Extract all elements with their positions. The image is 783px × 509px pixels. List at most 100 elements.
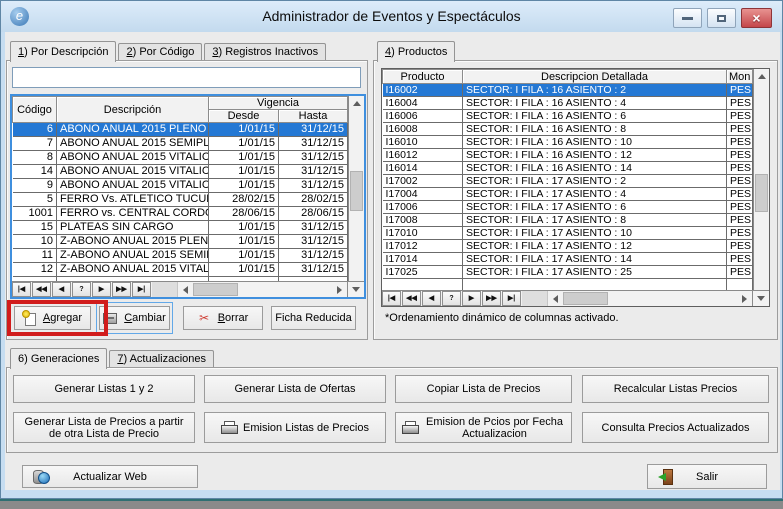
cell-descripcion[interactable]: ABONO ANUAL 2015 VITALICI	[57, 165, 209, 179]
cell-descripcion[interactable]: FERRO Vs. ATLETICO TUCUM	[57, 193, 209, 207]
column-header-vigencia[interactable]: Vigencia	[209, 97, 348, 110]
table-row[interactable]: 14ABONO ANUAL 2015 VITALICI1/01/1531/12/…	[13, 165, 348, 179]
cell-descripcion-detallada[interactable]: SECTOR: I FILA : 16 ASIENTO : 12	[463, 149, 727, 162]
recalcular-listas-precios-button[interactable]: Recalcular Listas Precios	[582, 375, 769, 403]
cell-hasta[interactable]: 31/12/15	[279, 179, 348, 193]
cell-hasta[interactable]: 31/12/15	[279, 221, 348, 235]
cell-producto[interactable]: I16008	[383, 123, 463, 136]
cell-codigo[interactable]: 15	[13, 221, 57, 235]
cell-producto[interactable]: I17006	[383, 201, 463, 214]
column-header-moneda[interactable]: Mon	[727, 70, 753, 84]
cell-hasta[interactable]: 31/12/15	[279, 235, 348, 249]
hscroll-track[interactable]	[238, 282, 332, 297]
cell-moneda[interactable]: PES	[727, 136, 753, 149]
cell-moneda[interactable]: PES	[727, 227, 753, 240]
cell-producto[interactable]: I16004	[383, 97, 463, 110]
nav-prior-button[interactable]: ◀	[422, 291, 441, 306]
table-row[interactable]: 10Z-ABONO ANUAL 2015 PLENO1/01/1531/12/1…	[13, 235, 348, 249]
cell-codigo[interactable]: 1001	[13, 207, 57, 221]
cell-moneda[interactable]: PES	[727, 201, 753, 214]
vertical-scrollbar[interactable]	[348, 96, 364, 281]
cell-descripcion[interactable]: PLATEAS SIN CARGO	[57, 221, 209, 235]
cell-descripcion[interactable]: ABONO ANUAL 2015 VITALICI	[57, 151, 209, 165]
cell-descripcion-detallada[interactable]: SECTOR: I FILA : 17 ASIENTO : 8	[463, 214, 727, 227]
column-header-producto[interactable]: Producto	[383, 70, 463, 84]
cell-moneda[interactable]: PES	[727, 188, 753, 201]
cell-moneda[interactable]: PES	[727, 97, 753, 110]
cell-hasta[interactable]: 31/12/15	[279, 263, 348, 277]
tab-actualizaciones[interactable]: 7) Actualizaciones	[109, 350, 214, 368]
nav-fast-rewind-button[interactable]: ◀◀	[32, 282, 51, 297]
cell-descripcion-detallada[interactable]: SECTOR: I FILA : 17 ASIENTO : 25	[463, 266, 727, 279]
table-row[interactable]: I16010SECTOR: I FILA : 16 ASIENTO : 10PE…	[383, 136, 753, 149]
maximize-button[interactable]	[707, 8, 736, 28]
cell-descripcion-detallada[interactable]: SECTOR: I FILA : 17 ASIENTO : 10	[463, 227, 727, 240]
cell-moneda[interactable]: PES	[727, 175, 753, 188]
borrar-button[interactable]: Borrar	[183, 306, 263, 330]
table-row[interactable]: I17012SECTOR: I FILA : 17 ASIENTO : 12PE…	[383, 240, 753, 253]
cell-hasta[interactable]: 31/12/15	[279, 249, 348, 263]
table-row[interactable]: I16012SECTOR: I FILA : 16 ASIENTO : 12PE…	[383, 149, 753, 162]
table-row[interactable]: I17025SECTOR: I FILA : 17 ASIENTO : 25PE…	[383, 266, 753, 279]
cell-producto[interactable]: I17002	[383, 175, 463, 188]
nav-last-button[interactable]: ▶|	[132, 282, 151, 297]
agregar-button[interactable]: Agregar	[14, 306, 91, 330]
cell-producto[interactable]: I17008	[383, 214, 463, 227]
cell-producto[interactable]: I17012	[383, 240, 463, 253]
vertical-scrollbar[interactable]	[753, 69, 769, 290]
search-input[interactable]	[12, 67, 361, 88]
cell-descripcion-detallada[interactable]: SECTOR: I FILA : 16 ASIENTO : 4	[463, 97, 727, 110]
cell-producto[interactable]: I17014	[383, 253, 463, 266]
nav-fast-forward-button[interactable]: ▶▶	[482, 291, 501, 306]
cell-descripcion-detallada[interactable]: SECTOR: I FILA : 17 ASIENTO : 2	[463, 175, 727, 188]
cell-moneda[interactable]: PES	[727, 253, 753, 266]
table-row[interactable]: I17008SECTOR: I FILA : 17 ASIENTO : 8PES	[383, 214, 753, 227]
cambiar-button[interactable]: Cambiar	[99, 306, 170, 330]
tab-registros-inactivos[interactable]: 3) Registros Inactivos	[204, 43, 326, 61]
cell-descripcion-detallada[interactable]: SECTOR: I FILA : 16 ASIENTO : 14	[463, 162, 727, 175]
table-row[interactable]: 6ABONO ANUAL 2015 PLENO1/01/1531/12/15	[13, 123, 348, 137]
vscroll-thumb[interactable]	[350, 171, 363, 211]
cell-desde[interactable]: 1/01/15	[209, 165, 279, 179]
cell-hasta[interactable]: 31/12/15	[279, 123, 348, 137]
cell-descripcion-detallada[interactable]: SECTOR: I FILA : 17 ASIENTO : 6	[463, 201, 727, 214]
emision-pcios-por-fecha-button[interactable]: Emision de Pcios por Fecha Actualizacion	[395, 412, 572, 443]
table-row[interactable]: 15PLATEAS SIN CARGO1/01/1531/12/15	[13, 221, 348, 235]
cell-desde[interactable]: 1/01/15	[209, 179, 279, 193]
cell-descripcion[interactable]: ABONO ANUAL 2015 SEMIPLE	[57, 137, 209, 151]
minimize-button[interactable]	[673, 8, 702, 28]
cell-moneda[interactable]: PES	[727, 110, 753, 123]
nav-next-button[interactable]: ▶	[462, 291, 481, 306]
cell-moneda[interactable]: PES	[727, 84, 753, 97]
nav-first-button[interactable]: |◀	[382, 291, 401, 306]
cell-moneda[interactable]: PES	[727, 214, 753, 227]
vscroll-thumb[interactable]	[755, 174, 768, 212]
cell-hasta[interactable]: 28/06/15	[279, 207, 348, 221]
table-row[interactable]: I17014SECTOR: I FILA : 17 ASIENTO : 14PE…	[383, 253, 753, 266]
cell-producto[interactable]: I17025	[383, 266, 463, 279]
scroll-up-icon[interactable]	[349, 96, 364, 111]
salir-button[interactable]: Salir	[647, 464, 767, 489]
column-header-codigo[interactable]: Código	[13, 97, 57, 123]
cell-hasta[interactable]: 31/12/15	[279, 137, 348, 151]
cell-descripcion[interactable]: Z-ABONO ANUAL 2015 VITALI	[57, 263, 209, 277]
cell-hasta[interactable]: 31/12/15	[279, 165, 348, 179]
cell-descripcion-detallada[interactable]: SECTOR: I FILA : 16 ASIENTO : 10	[463, 136, 727, 149]
actualizar-web-button[interactable]: Actualizar Web	[22, 465, 198, 488]
table-row[interactable]: 9ABONO ANUAL 2015 VITALICI1/01/1531/12/1…	[13, 179, 348, 193]
cell-producto[interactable]: I16010	[383, 136, 463, 149]
cell-desde[interactable]: 28/02/15	[209, 193, 279, 207]
column-header-descripcion-detallada[interactable]: Descripcion Detallada	[463, 70, 727, 84]
scroll-right-icon[interactable]	[737, 291, 752, 306]
cell-descripcion-detallada[interactable]: SECTOR: I FILA : 16 ASIENTO : 8	[463, 123, 727, 136]
table-row[interactable]: I16008SECTOR: I FILA : 16 ASIENTO : 8PES	[383, 123, 753, 136]
cell-desde[interactable]: 1/01/15	[209, 123, 279, 137]
nav-next-button[interactable]: ▶	[92, 282, 111, 297]
cell-desde[interactable]: 1/01/15	[209, 137, 279, 151]
ficha-reducida-button[interactable]: Ficha Reducida	[271, 306, 356, 330]
cell-descripcion[interactable]: ABONO ANUAL 2015 VITALICI	[57, 179, 209, 193]
cell-producto[interactable]: I16012	[383, 149, 463, 162]
table-row[interactable]: I16004SECTOR: I FILA : 16 ASIENTO : 4PES	[383, 97, 753, 110]
scroll-left-icon[interactable]	[178, 282, 193, 297]
cell-codigo[interactable]: 6	[13, 123, 57, 137]
